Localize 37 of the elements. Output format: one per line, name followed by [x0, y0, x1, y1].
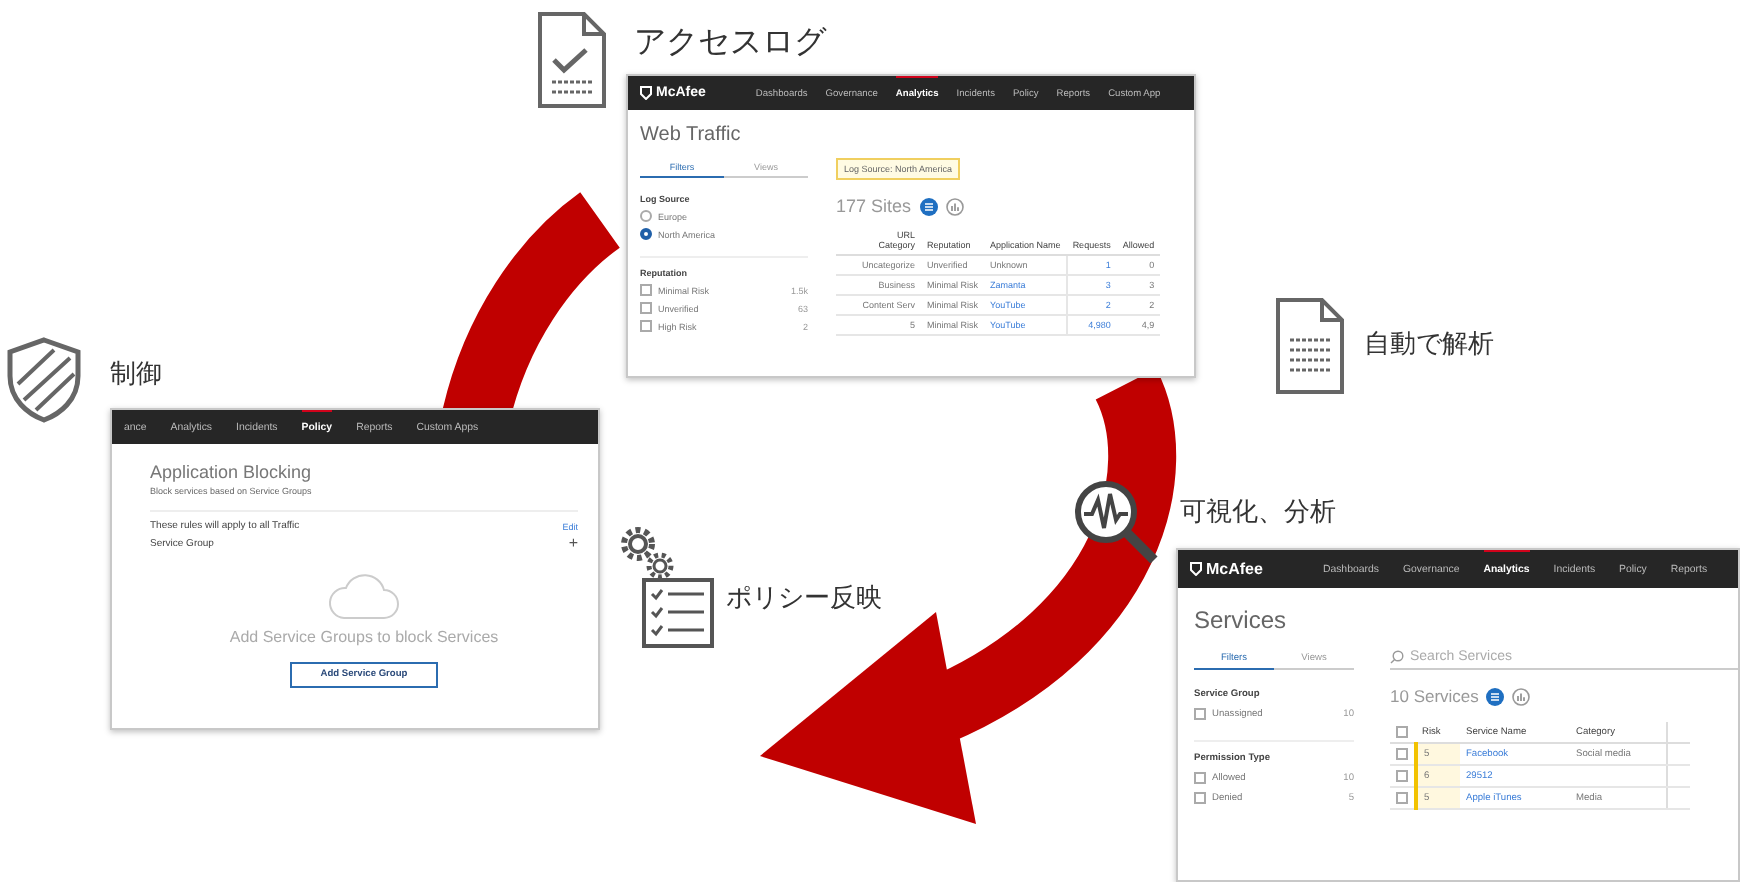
document-check-icon — [536, 10, 608, 110]
step-label: 可視化、分析 — [1180, 496, 1336, 529]
checkbox[interactable] — [640, 320, 652, 332]
chart-view-icon[interactable] — [945, 197, 964, 215]
add-icon[interactable]: + — [568, 536, 578, 552]
checkbox[interactable] — [1396, 748, 1408, 760]
magnifier-wave-icon — [1070, 476, 1160, 566]
select-all-checkbox[interactable] — [1396, 726, 1408, 738]
empty-message: Add Service Groups to block Services — [229, 628, 499, 646]
step-label: 自動で解析 — [1364, 328, 1494, 361]
list-view-icon[interactable] — [919, 197, 938, 215]
result-count: 10 Services — [1390, 686, 1479, 706]
checkbox[interactable] — [640, 284, 652, 296]
document-icon — [1274, 296, 1346, 396]
checkbox[interactable] — [1194, 772, 1206, 784]
search-icon — [1390, 650, 1404, 664]
step-label: ポリシー反映 — [726, 582, 882, 615]
page-title: Web Traffic — [640, 124, 743, 146]
radio-button[interactable] — [640, 210, 652, 222]
result-count: 177 Sites — [836, 196, 912, 216]
shield-icon — [4, 336, 84, 424]
step-label: アクセスログ — [634, 20, 826, 60]
chart-view-icon[interactable] — [1512, 687, 1531, 705]
checkbox[interactable] — [1396, 792, 1408, 804]
step-label: 制御 — [110, 358, 162, 391]
page-title: Application Blocking — [150, 462, 314, 482]
page-title: Services — [1194, 606, 1289, 634]
shield-logo-icon — [1190, 562, 1202, 576]
list-view-icon[interactable] — [1486, 687, 1505, 705]
checkbox[interactable] — [640, 302, 652, 314]
gear-checklist-icon — [620, 526, 716, 650]
checkbox[interactable] — [1396, 770, 1408, 782]
shield-logo-icon — [640, 86, 652, 100]
radio-button[interactable] — [640, 228, 652, 240]
logo-text: McAfee — [1206, 560, 1263, 578]
checkbox[interactable] — [1194, 792, 1206, 804]
checkbox[interactable] — [1194, 708, 1206, 720]
